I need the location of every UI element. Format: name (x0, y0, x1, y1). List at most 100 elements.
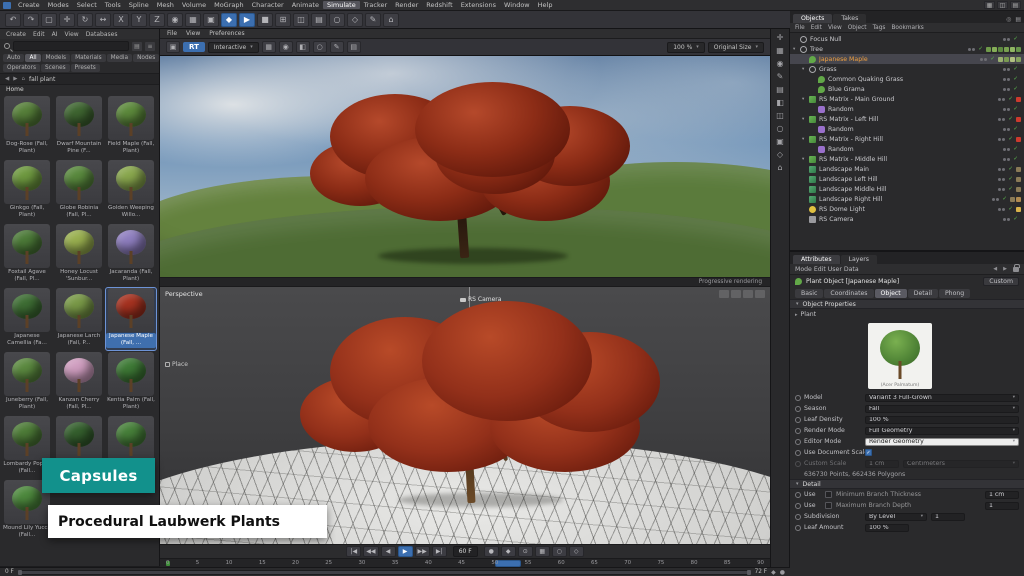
transport-button[interactable]: ▶| (432, 546, 447, 557)
strip-icon[interactable]: ✛ (777, 34, 784, 42)
editor-mode-dropdown[interactable]: Render Geometry (865, 438, 1019, 446)
enabled-check-icon[interactable]: ✓ (1013, 36, 1018, 42)
plant-asset-cell[interactable]: Juneberry (Fall, Plant) (2, 352, 52, 414)
visibility-dots[interactable] (992, 198, 999, 201)
attribute-tab[interactable]: Object (875, 289, 907, 298)
keying-button[interactable]: ● (484, 546, 499, 557)
lock-icon[interactable] (1013, 267, 1019, 272)
object-tags[interactable] (986, 47, 1021, 52)
asset-menu-item[interactable]: Edit (33, 31, 45, 38)
plant-asset-cell[interactable]: Kentia Palm (Fall, Plant) (106, 352, 156, 414)
enabled-check-icon[interactable]: ✓ (1008, 186, 1013, 192)
expand-icon[interactable] (802, 157, 809, 162)
visibility-dots[interactable] (1003, 88, 1010, 91)
strip-icon[interactable]: ⌂ (777, 164, 782, 172)
expand-icon[interactable] (793, 47, 800, 52)
tab-layers[interactable]: Layers (841, 255, 877, 264)
visibility-dots[interactable] (998, 168, 1005, 171)
max-branch-field[interactable]: 1 (985, 502, 1019, 510)
toolbar-button[interactable]: ✎ (365, 13, 381, 27)
enabled-check-icon[interactable]: ✓ (990, 56, 995, 62)
strip-icon[interactable]: ✎ (777, 73, 784, 81)
current-frame-field[interactable]: 60 F (453, 546, 478, 557)
toolbar-button[interactable]: ↷ (23, 13, 39, 27)
object-row[interactable]: Blue Grama ✓ (790, 84, 1024, 94)
strip-icon[interactable]: ▤ (776, 86, 784, 94)
custom-scale-field[interactable]: 1 cm (865, 460, 899, 468)
mode-menu[interactable]: Mode Edit User Data (795, 266, 859, 273)
custom-scale-unit-dropdown[interactable]: Centimeters (903, 460, 1019, 468)
enabled-check-icon[interactable]: ✓ (1013, 216, 1018, 222)
leaf-amount-field[interactable]: 100 % (865, 524, 909, 532)
visibility-dots[interactable] (998, 138, 1005, 141)
enabled-check-icon[interactable]: ✓ (1013, 66, 1018, 72)
object-row[interactable]: Random ✓ (790, 124, 1024, 134)
object-tags[interactable] (1016, 187, 1021, 192)
attribute-tab[interactable]: Detail (908, 289, 938, 298)
toolbar-button[interactable]: ▦ (185, 13, 201, 27)
keyframe-icon[interactable]: ◆ (771, 569, 776, 576)
render-view-menu-item[interactable]: File (167, 30, 177, 37)
min-branch-field[interactable]: 1 cm (985, 491, 1019, 499)
object-row[interactable]: RS Camera ✓ (790, 214, 1024, 224)
object-menu-item[interactable]: File (795, 25, 805, 31)
tab-attributes[interactable]: Attributes (793, 255, 840, 264)
use-document-scale-checkbox[interactable] (865, 449, 872, 456)
home-icon[interactable]: ⌂ (21, 76, 25, 82)
enabled-check-icon[interactable]: ✓ (1008, 96, 1013, 102)
toolbar-button[interactable]: ▢ (41, 13, 57, 27)
attribute-tab[interactable]: Basic (795, 289, 823, 298)
render-toolbar-icon[interactable]: ○ (313, 41, 327, 53)
viewport-label[interactable]: Perspective (165, 290, 203, 298)
menu-item[interactable]: Volume (178, 1, 210, 9)
menu-item[interactable]: Render (391, 1, 422, 9)
object-tags[interactable] (1016, 207, 1021, 212)
plant-asset-cell[interactable]: Japanese Larch (Fall, P... (54, 288, 104, 350)
enabled-check-icon[interactable]: ✓ (1013, 156, 1018, 162)
object-row[interactable]: Focus Null ✓ (790, 34, 1024, 44)
tab-objects[interactable]: Objects (793, 14, 832, 23)
expand-icon[interactable] (802, 97, 809, 102)
visibility-dots[interactable] (998, 98, 1005, 101)
zoom-dropdown[interactable]: 100 %▾ (667, 42, 705, 53)
plant-asset-cell[interactable]: Ginkgo (Fall, Plant) (2, 160, 52, 222)
strip-icon[interactable]: ▦ (776, 47, 784, 55)
plant-asset-cell[interactable]: Dwarf Mountain Pine (F... (54, 96, 104, 158)
object-tags[interactable] (1016, 117, 1021, 122)
asset-tab[interactable]: Presets (71, 64, 100, 72)
object-row[interactable]: Common Quaking Grass ✓ (790, 74, 1024, 84)
filter-icon[interactable]: ▤ (132, 42, 142, 51)
model-dropdown[interactable]: Variant 3 Full-Grown (865, 394, 1019, 402)
menu-item[interactable]: Redshift (422, 1, 456, 9)
record-icon[interactable]: ● (780, 569, 785, 576)
strip-icon[interactable]: ◇ (777, 151, 783, 159)
object-tags[interactable] (998, 57, 1021, 62)
visibility-dots[interactable] (968, 48, 975, 51)
strip-icon[interactable]: ○ (777, 125, 784, 133)
toolbar-button[interactable]: ↔ (95, 13, 111, 27)
asset-tab[interactable]: Operators (3, 64, 40, 72)
object-row[interactable]: Landscape Right Hill ✓ (790, 194, 1024, 204)
object-tags[interactable] (1016, 177, 1021, 182)
toolbar-button[interactable]: ◉ (167, 13, 183, 27)
keying-button[interactable]: ○ (552, 546, 567, 557)
enabled-check-icon[interactable]: ✓ (1008, 116, 1013, 122)
asset-tab[interactable]: Auto (3, 54, 24, 62)
object-row[interactable]: RS Dome Light ✓ (790, 204, 1024, 214)
menu-item[interactable]: Tracker (360, 1, 391, 9)
plant-asset-cell[interactable]: Jacaranda (Fall, Plant) (106, 224, 156, 286)
sort-icon[interactable]: ≡ (145, 42, 155, 51)
menu-item[interactable]: Extensions (457, 1, 500, 9)
transport-button[interactable]: ▶ (398, 546, 413, 557)
rt-render-button[interactable]: RT (183, 42, 205, 52)
object-row[interactable]: RS Matrix - Middle Hill ✓ (790, 154, 1024, 164)
menu-item[interactable]: Tools (101, 1, 125, 9)
strip-icon[interactable]: ◉ (777, 60, 784, 68)
menu-item[interactable]: Window (500, 1, 534, 9)
enabled-check-icon[interactable]: ✓ (1013, 146, 1018, 152)
visibility-dots[interactable] (998, 178, 1005, 181)
object-tags[interactable] (1016, 97, 1021, 102)
visibility-dots[interactable] (1003, 148, 1010, 151)
layout-icon[interactable]: ◫ (997, 1, 1008, 9)
place-tool-label[interactable]: Place (165, 361, 188, 368)
